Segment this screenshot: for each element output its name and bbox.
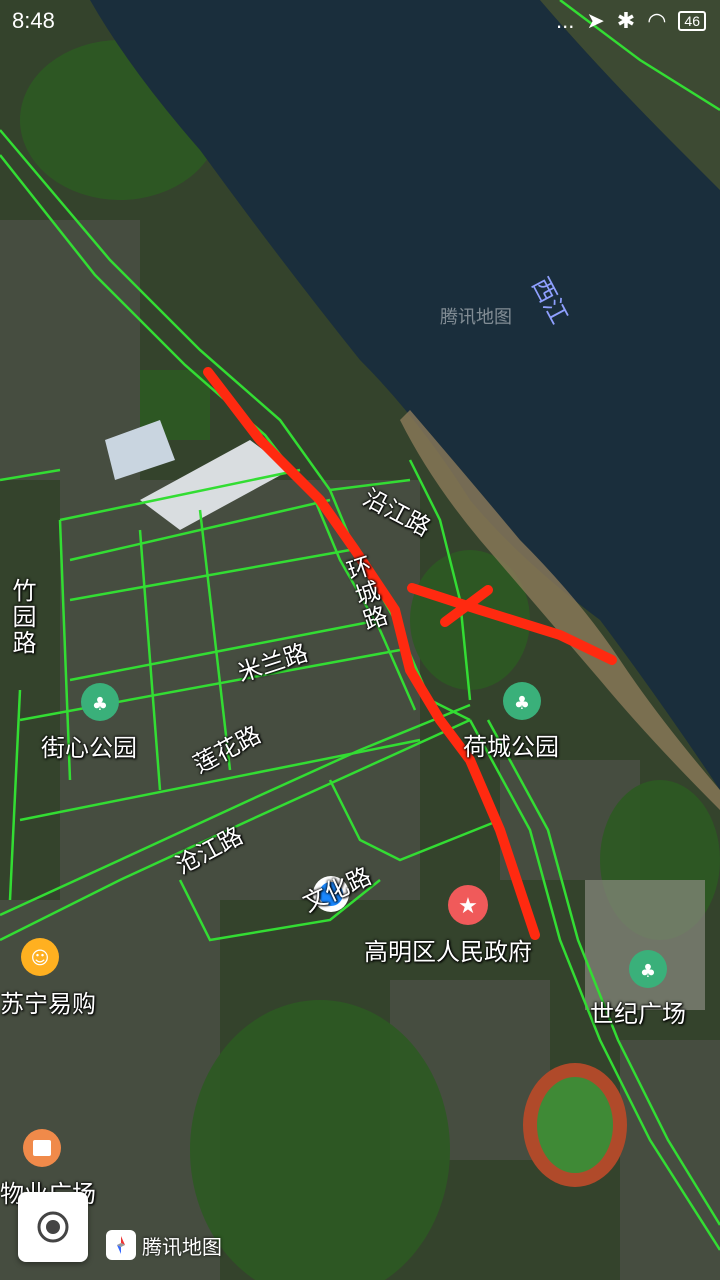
park-pin-century[interactable]: ♣ bbox=[629, 950, 667, 988]
compass-icon bbox=[106, 1230, 136, 1260]
map-canvas[interactable]: ★ ♣ ♣ ♣ ☺ bbox=[0, 0, 720, 1280]
map-logo: 腾讯地图 bbox=[106, 1230, 222, 1260]
status-dots: ... bbox=[556, 8, 575, 33]
park-pin-hecheng[interactable]: ♣ bbox=[503, 682, 541, 720]
status-bar: 8:48 ... ➤ ✱ ◠ 46 bbox=[0, 0, 720, 40]
wifi-icon: ◠ bbox=[647, 8, 667, 33]
status-time: 8:48 bbox=[12, 8, 55, 33]
signal-icon: ➤ bbox=[586, 8, 605, 33]
svg-text:♣: ♣ bbox=[514, 693, 530, 714]
shopping-pin[interactable] bbox=[23, 1129, 61, 1167]
suning-pin[interactable]: ☺ bbox=[21, 938, 59, 976]
svg-text:♣: ♣ bbox=[640, 961, 656, 982]
poi-label-hecheng-park[interactable]: 荷城公园 bbox=[463, 727, 559, 762]
stadium bbox=[523, 1063, 627, 1187]
svg-text:♣: ♣ bbox=[92, 694, 108, 715]
locate-icon bbox=[37, 1211, 69, 1243]
poi-label-gov[interactable]: 高明区人民政府 bbox=[364, 932, 532, 967]
plaza-area bbox=[585, 880, 705, 1010]
map-watermark: 腾讯地图 bbox=[440, 307, 512, 328]
poi-label-jiexin-park[interactable]: 街心公园 bbox=[41, 728, 137, 763]
bluetooth-icon: ✱ bbox=[616, 8, 636, 33]
road-label-zhuyuan: 竹园路 bbox=[8, 578, 36, 656]
park-pin-jiexin[interactable]: ♣ bbox=[81, 683, 119, 721]
logo-text: 腾讯地图 bbox=[142, 1236, 222, 1259]
svg-text:★: ★ bbox=[458, 894, 478, 919]
gov-pin[interactable]: ★ bbox=[448, 885, 488, 925]
poi-label-suning[interactable]: 苏宁易购 bbox=[0, 984, 96, 1019]
battery-icon: 46 bbox=[678, 11, 706, 31]
svg-text:☺: ☺ bbox=[31, 948, 50, 969]
locate-button[interactable] bbox=[18, 1192, 88, 1262]
status-icons: ... ➤ ✱ ◠ 46 bbox=[556, 8, 706, 34]
poi-label-century-square[interactable]: 世纪广场 bbox=[590, 994, 686, 1029]
